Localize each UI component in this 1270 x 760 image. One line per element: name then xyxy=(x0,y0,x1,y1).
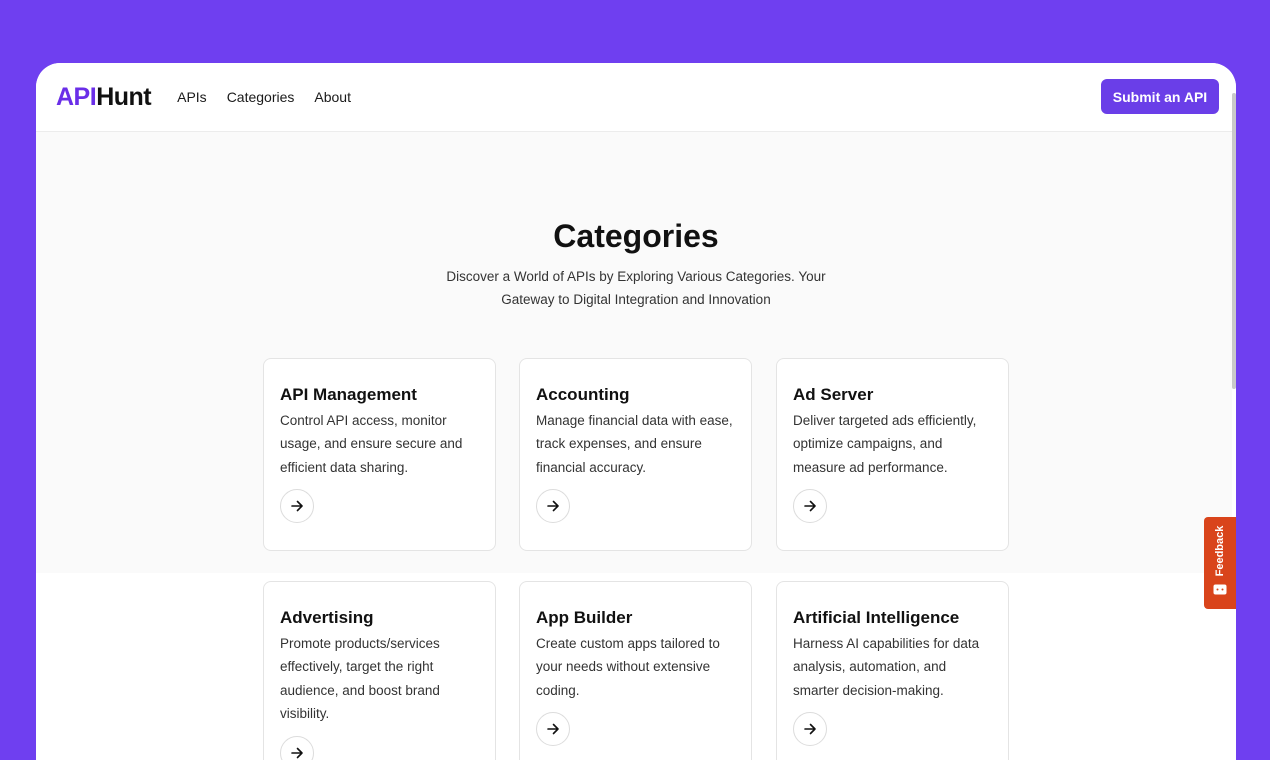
nav-link-categories[interactable]: Categories xyxy=(227,89,295,105)
arrow-right-icon[interactable] xyxy=(536,489,570,523)
feedback-chat-icon xyxy=(1213,583,1227,601)
feedback-tab[interactable]: Feedback xyxy=(1204,517,1236,609)
submit-api-button[interactable]: Submit an API xyxy=(1101,79,1219,114)
nav-link-about[interactable]: About xyxy=(314,89,351,105)
card-title: Ad Server xyxy=(793,385,874,404)
card-description: Deliver targeted ads efficiently, optimi… xyxy=(793,413,977,475)
app-window: APIHunt APIs Categories About Submit an … xyxy=(36,63,1236,760)
card-description: Promote products/services effectively, t… xyxy=(280,636,440,721)
card-title: Advertising xyxy=(280,608,374,627)
category-card-app-builder[interactable]: App Builder Create custom apps tailored … xyxy=(519,581,752,760)
page-subtitle: Discover a World of APIs by Exploring Va… xyxy=(446,269,826,307)
category-card-artificial-intelligence[interactable]: Artificial Intelligence Harness AI capab… xyxy=(776,581,1009,760)
nav-link-apis[interactable]: APIs xyxy=(177,89,207,105)
top-navbar: APIHunt APIs Categories About Submit an … xyxy=(36,63,1236,132)
arrow-right-icon[interactable] xyxy=(280,489,314,523)
category-card-advertising[interactable]: Advertising Promote products/services ef… xyxy=(263,581,496,760)
card-title: App Builder xyxy=(536,608,633,627)
card-title: Artificial Intelligence xyxy=(793,608,960,627)
category-card-ad-server[interactable]: Ad Server Deliver targeted ads efficient… xyxy=(776,358,1009,551)
card-description: Create custom apps tailored to your need… xyxy=(536,636,720,698)
category-card-api-management[interactable]: API Management Control API access, monit… xyxy=(263,358,496,551)
arrow-right-icon[interactable] xyxy=(793,712,827,746)
arrow-right-icon[interactable] xyxy=(793,489,827,523)
logo[interactable]: APIHunt xyxy=(56,82,152,112)
logo-text: Hunt xyxy=(96,82,152,111)
card-title: API Management xyxy=(280,385,417,404)
nav-links: APIs Categories About xyxy=(177,89,351,105)
category-card-accounting[interactable]: Accounting Manage financial data with ea… xyxy=(519,358,752,551)
logo-accent: API xyxy=(56,82,97,111)
feedback-label: Feedback xyxy=(1214,525,1226,577)
arrow-right-icon[interactable] xyxy=(536,712,570,746)
arrow-right-icon[interactable] xyxy=(280,736,314,760)
card-description: Control API access, monitor usage, and e… xyxy=(280,413,463,475)
page-title: Categories xyxy=(553,218,719,254)
card-description: Manage financial data with ease, track e… xyxy=(536,413,733,475)
card-description: Harness AI capabilities for data analysi… xyxy=(793,636,980,698)
card-title: Accounting xyxy=(536,385,630,404)
